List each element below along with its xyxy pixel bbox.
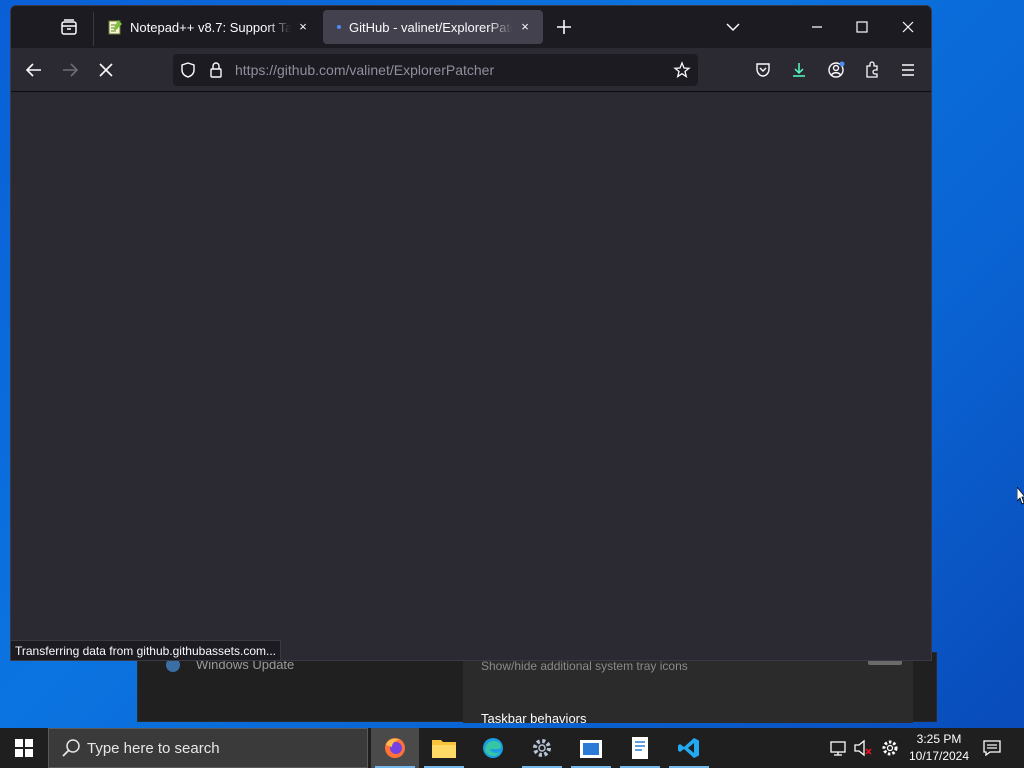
taskbar-edge[interactable] bbox=[469, 728, 517, 768]
section-heading-taskbar-behaviors[interactable]: Taskbar behaviors bbox=[481, 711, 587, 726]
forward-icon[interactable] bbox=[60, 60, 80, 80]
chevron-down-icon[interactable] bbox=[723, 17, 743, 37]
settings-gear-icon bbox=[533, 739, 551, 757]
url-field[interactable] bbox=[235, 62, 655, 78]
tab-title: Notepad++ v8.7: Support Taiwan bbox=[130, 19, 291, 35]
extensions-icon[interactable] bbox=[862, 60, 882, 80]
taskbar: 3:25 PM 10/17/2024 bbox=[0, 728, 1024, 768]
tab-github[interactable]: GitHub - valinet/ExplorerPatcher × bbox=[323, 10, 543, 44]
windows-logo-icon bbox=[15, 739, 33, 757]
pocket-icon[interactable] bbox=[753, 60, 773, 80]
taskbar-vscode[interactable] bbox=[665, 728, 713, 768]
clock-time: 3:25 PM bbox=[916, 732, 962, 746]
navigation-toolbar bbox=[11, 48, 931, 92]
loading-indicator bbox=[337, 25, 341, 29]
gear-icon[interactable] bbox=[880, 738, 900, 758]
tab-notepad[interactable]: Notepad++ v8.7: Support Taiwan × bbox=[97, 10, 321, 44]
taskbar-settings[interactable] bbox=[518, 728, 566, 768]
taskbar-clock[interactable]: 3:25 PM 10/17/2024 bbox=[906, 731, 972, 765]
tab-separator bbox=[93, 12, 94, 46]
volume-muted-icon[interactable] bbox=[853, 738, 873, 758]
lock-icon[interactable] bbox=[207, 61, 225, 79]
close-icon[interactable] bbox=[898, 17, 918, 37]
tab-close-button[interactable]: × bbox=[295, 19, 311, 35]
new-tab-icon[interactable] bbox=[554, 17, 574, 37]
edge-icon bbox=[483, 738, 503, 758]
minimize-icon[interactable] bbox=[807, 17, 827, 37]
taskbar-file-explorer[interactable] bbox=[420, 728, 468, 768]
downloads-icon[interactable] bbox=[789, 60, 809, 80]
page-content[interactable] bbox=[11, 93, 931, 660]
tab-list-icon[interactable] bbox=[59, 17, 79, 37]
tab-title: GitHub - valinet/ExplorerPatcher bbox=[349, 19, 513, 35]
search-input[interactable] bbox=[87, 739, 347, 757]
vscode-icon bbox=[678, 738, 699, 758]
settings-window: Windows Update Show/hide additional syst… bbox=[137, 652, 937, 726]
setting-description: Show/hide additional system tray icons bbox=[481, 659, 688, 673]
bookmark-star-icon[interactable] bbox=[673, 61, 691, 79]
address-bar[interactable] bbox=[173, 54, 698, 86]
tab-bar: Notepad++ v8.7: Support Taiwan × GitHub … bbox=[11, 6, 931, 48]
tab-close-button[interactable]: × bbox=[517, 19, 533, 35]
search-icon bbox=[62, 739, 80, 757]
status-bar: Transferring data from github.githubasse… bbox=[11, 640, 282, 660]
account-icon[interactable] bbox=[826, 60, 846, 80]
store-icon bbox=[580, 740, 602, 758]
taskbar-firefox[interactable] bbox=[371, 728, 419, 768]
menu-icon[interactable] bbox=[898, 60, 918, 80]
browser-window: Notepad++ v8.7: Support Taiwan × GitHub … bbox=[10, 5, 932, 661]
tracking-protection-shield-icon[interactable] bbox=[179, 61, 197, 79]
taskbar-search[interactable] bbox=[48, 728, 368, 768]
mouse-cursor-icon bbox=[1017, 487, 1024, 505]
notepad-document-icon bbox=[632, 737, 648, 759]
taskbar-notepad[interactable] bbox=[616, 728, 664, 768]
maximize-icon[interactable] bbox=[852, 17, 872, 37]
back-icon[interactable] bbox=[24, 60, 44, 80]
notification-center-icon[interactable] bbox=[982, 738, 1002, 758]
notepad-icon bbox=[108, 20, 122, 35]
start-button[interactable] bbox=[0, 728, 48, 768]
network-icon[interactable] bbox=[829, 738, 849, 758]
stop-loading-icon[interactable] bbox=[96, 60, 116, 80]
taskbar-store[interactable] bbox=[567, 728, 615, 768]
folder-icon bbox=[432, 740, 456, 758]
clock-date: 10/17/2024 bbox=[908, 749, 970, 763]
firefox-icon bbox=[385, 738, 405, 758]
